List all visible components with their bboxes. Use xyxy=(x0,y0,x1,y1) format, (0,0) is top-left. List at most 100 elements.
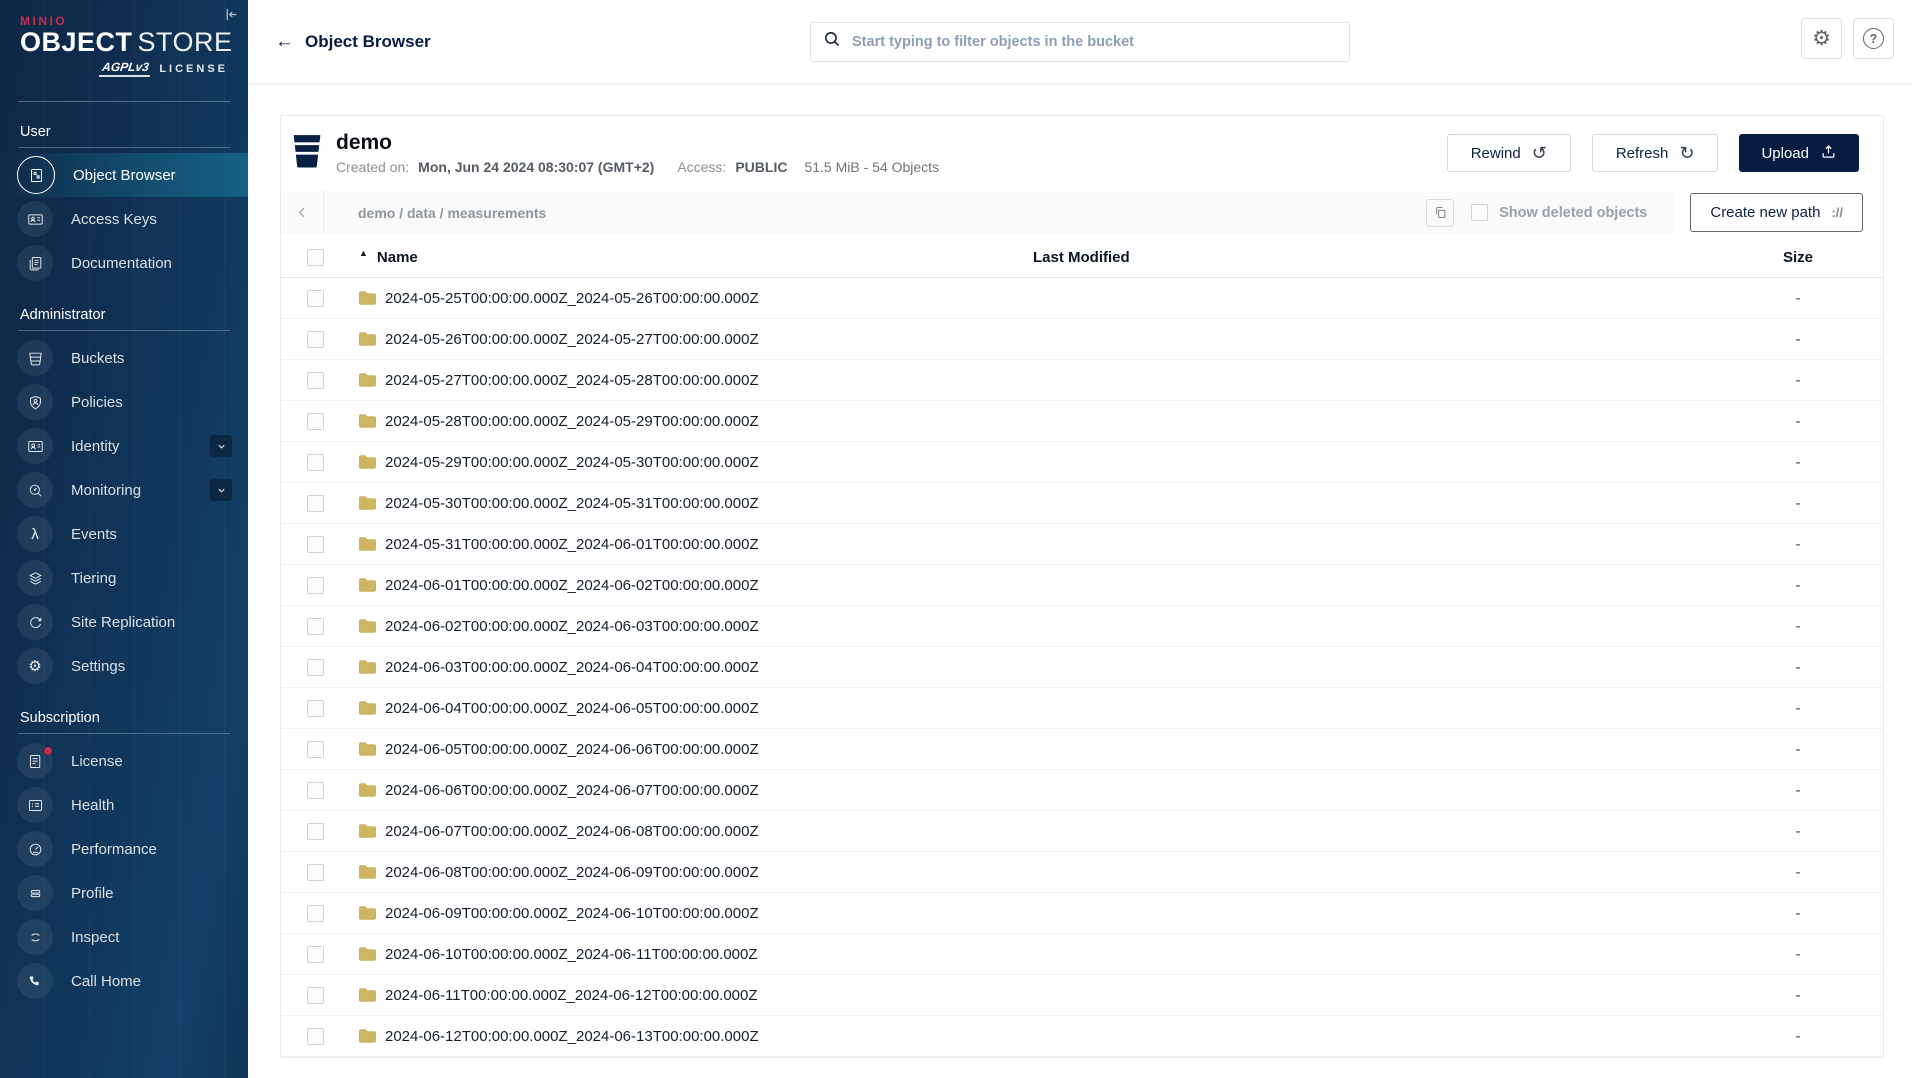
table-row[interactable]: 2024-05-25T00:00:00.000Z_2024-05-26T00:0… xyxy=(281,278,1883,320)
sidebar-item-monitoring[interactable]: Monitoring xyxy=(0,468,248,512)
object-name[interactable]: 2024-06-02T00:00:00.000Z_2024-06-03T00:0… xyxy=(385,618,759,635)
row-checkbox[interactable] xyxy=(307,699,324,717)
show-deleted-checkbox[interactable] xyxy=(1471,204,1489,222)
object-name-cell[interactable]: 2024-05-25T00:00:00.000Z_2024-05-26T00:0… xyxy=(351,290,1013,307)
row-checkbox[interactable] xyxy=(307,1027,324,1045)
object-name[interactable]: 2024-06-10T00:00:00.000Z_2024-06-11T00:0… xyxy=(385,946,758,963)
help-button[interactable]: ? xyxy=(1853,18,1894,59)
table-row[interactable]: 2024-06-01T00:00:00.000Z_2024-06-02T00:0… xyxy=(281,565,1883,607)
table-row[interactable]: 2024-05-26T00:00:00.000Z_2024-05-27T00:0… xyxy=(281,319,1883,361)
access-value[interactable]: PUBLIC xyxy=(735,159,787,175)
object-name[interactable]: 2024-06-01T00:00:00.000Z_2024-06-02T00:0… xyxy=(385,577,759,594)
object-name[interactable]: 2024-06-03T00:00:00.000Z_2024-06-04T00:0… xyxy=(385,659,759,676)
object-name[interactable]: 2024-05-26T00:00:00.000Z_2024-05-27T00:0… xyxy=(385,331,759,348)
name-column-header[interactable]: ▲ Name xyxy=(351,248,1013,266)
table-row[interactable]: 2024-06-07T00:00:00.000Z_2024-06-08T00:0… xyxy=(281,811,1883,853)
upload-button[interactable]: Upload xyxy=(1739,134,1859,173)
object-name-cell[interactable]: 2024-05-30T00:00:00.000Z_2024-05-31T00:0… xyxy=(351,495,1013,512)
sidebar-item-tiering[interactable]: Tiering xyxy=(0,556,248,600)
object-name-cell[interactable]: 2024-06-12T00:00:00.000Z_2024-06-13T00:0… xyxy=(351,1028,1013,1045)
sidebar-item-events[interactable]: λ Events xyxy=(0,512,248,556)
create-new-path-button[interactable]: Create new path :// xyxy=(1690,193,1863,233)
object-name[interactable]: 2024-06-11T00:00:00.000Z_2024-06-12T00:0… xyxy=(385,987,758,1004)
object-name-cell[interactable]: 2024-06-05T00:00:00.000Z_2024-06-06T00:0… xyxy=(351,741,1013,758)
collapse-sidebar-icon[interactable] xyxy=(223,6,240,28)
object-name-cell[interactable]: 2024-06-08T00:00:00.000Z_2024-06-09T00:0… xyxy=(351,864,1013,881)
row-checkbox[interactable] xyxy=(307,535,324,553)
row-checkbox[interactable] xyxy=(307,658,324,676)
object-name-cell[interactable]: 2024-05-27T00:00:00.000Z_2024-05-28T00:0… xyxy=(351,372,1013,389)
table-row[interactable]: 2024-06-05T00:00:00.000Z_2024-06-06T00:0… xyxy=(281,729,1883,771)
table-row[interactable]: 2024-06-06T00:00:00.000Z_2024-06-07T00:0… xyxy=(281,770,1883,812)
sidebar-item-settings[interactable]: ⚙ Settings xyxy=(0,644,248,688)
object-name-cell[interactable]: 2024-05-26T00:00:00.000Z_2024-05-27T00:0… xyxy=(351,331,1013,348)
object-name-cell[interactable]: 2024-05-28T00:00:00.000Z_2024-05-29T00:0… xyxy=(351,413,1013,430)
sort-ascending-icon[interactable]: ▲ xyxy=(359,248,368,258)
row-checkbox[interactable] xyxy=(307,740,324,758)
sidebar-item-profile[interactable]: Profile xyxy=(0,871,248,915)
table-row[interactable]: 2024-06-09T00:00:00.000Z_2024-06-10T00:0… xyxy=(281,893,1883,935)
object-name-cell[interactable]: 2024-06-02T00:00:00.000Z_2024-06-03T00:0… xyxy=(351,618,1013,635)
sidebar-item-identity[interactable]: Identity xyxy=(0,424,248,468)
row-checkbox[interactable] xyxy=(307,412,324,430)
table-row[interactable]: 2024-05-29T00:00:00.000Z_2024-05-30T00:0… xyxy=(281,442,1883,484)
row-checkbox[interactable] xyxy=(307,945,324,963)
sidebar-item-access-keys[interactable]: Access Keys xyxy=(0,197,248,241)
object-name[interactable]: 2024-06-04T00:00:00.000Z_2024-06-05T00:0… xyxy=(385,700,759,717)
object-name-cell[interactable]: 2024-06-07T00:00:00.000Z_2024-06-08T00:0… xyxy=(351,823,1013,840)
row-checkbox[interactable] xyxy=(307,494,324,512)
show-deleted-objects-toggle[interactable]: Show deleted objects xyxy=(1471,204,1647,222)
sidebar-item-object-browser[interactable]: Object Browser xyxy=(0,153,248,198)
table-row[interactable]: 2024-06-02T00:00:00.000Z_2024-06-03T00:0… xyxy=(281,606,1883,648)
object-name-cell[interactable]: 2024-06-09T00:00:00.000Z_2024-06-10T00:0… xyxy=(351,905,1013,922)
table-row[interactable]: 2024-06-03T00:00:00.000Z_2024-06-04T00:0… xyxy=(281,647,1883,689)
row-checkbox[interactable] xyxy=(307,617,324,635)
page-back[interactable]: ← Object Browser xyxy=(275,32,431,52)
object-name[interactable]: 2024-06-06T00:00:00.000Z_2024-06-07T00:0… xyxy=(385,782,759,799)
row-checkbox[interactable] xyxy=(307,371,324,389)
object-name-cell[interactable]: 2024-06-06T00:00:00.000Z_2024-06-07T00:0… xyxy=(351,782,1013,799)
row-checkbox[interactable] xyxy=(307,781,324,799)
breadcrumb[interactable]: demo / data / measurements xyxy=(358,205,1426,221)
select-all-checkbox[interactable] xyxy=(307,248,324,266)
settings-button[interactable]: ⚙ xyxy=(1801,18,1842,59)
chevron-down-icon[interactable] xyxy=(210,435,232,458)
table-row[interactable]: 2024-05-28T00:00:00.000Z_2024-05-29T00:0… xyxy=(281,401,1883,443)
row-checkbox[interactable] xyxy=(307,863,324,881)
sidebar-item-inspect[interactable]: Inspect xyxy=(0,915,248,959)
sidebar-item-call-home[interactable]: Call Home xyxy=(0,959,248,1003)
object-name[interactable]: 2024-05-30T00:00:00.000Z_2024-05-31T00:0… xyxy=(385,495,759,512)
back-arrow-icon[interactable]: ← xyxy=(275,32,294,51)
object-name[interactable]: 2024-06-05T00:00:00.000Z_2024-06-06T00:0… xyxy=(385,741,759,758)
size-column-header[interactable]: Size xyxy=(1713,249,1883,266)
sidebar-item-documentation[interactable]: Documentation xyxy=(0,241,248,285)
table-row[interactable]: 2024-06-12T00:00:00.000Z_2024-06-13T00:0… xyxy=(281,1016,1883,1058)
object-name-cell[interactable]: 2024-05-31T00:00:00.000Z_2024-06-01T00:0… xyxy=(351,536,1013,553)
refresh-button[interactable]: Refresh ↻ xyxy=(1591,134,1719,173)
table-row[interactable]: 2024-06-04T00:00:00.000Z_2024-06-05T00:0… xyxy=(281,688,1883,730)
object-name-cell[interactable]: 2024-06-10T00:00:00.000Z_2024-06-11T00:0… xyxy=(351,946,1013,963)
table-row[interactable]: 2024-06-10T00:00:00.000Z_2024-06-11T00:0… xyxy=(281,934,1883,976)
table-row[interactable]: 2024-06-11T00:00:00.000Z_2024-06-12T00:0… xyxy=(281,975,1883,1017)
last-modified-column-header[interactable]: Last Modified xyxy=(1013,249,1713,266)
sidebar-item-buckets[interactable]: Buckets xyxy=(0,336,248,380)
table-row[interactable]: 2024-05-27T00:00:00.000Z_2024-05-28T00:0… xyxy=(281,360,1883,402)
rewind-button[interactable]: Rewind ↺ xyxy=(1446,134,1571,173)
search-input[interactable] xyxy=(852,34,1337,50)
object-name-cell[interactable]: 2024-06-11T00:00:00.000Z_2024-06-12T00:0… xyxy=(351,987,1013,1004)
object-name[interactable]: 2024-06-09T00:00:00.000Z_2024-06-10T00:0… xyxy=(385,905,759,922)
row-checkbox[interactable] xyxy=(307,330,324,348)
table-row[interactable]: 2024-05-30T00:00:00.000Z_2024-05-31T00:0… xyxy=(281,483,1883,525)
copy-path-button[interactable] xyxy=(1426,198,1455,227)
object-name-cell[interactable]: 2024-06-03T00:00:00.000Z_2024-06-04T00:0… xyxy=(351,659,1013,676)
object-name[interactable]: 2024-06-12T00:00:00.000Z_2024-06-13T00:0… xyxy=(385,1028,759,1045)
row-checkbox[interactable] xyxy=(307,904,324,922)
row-checkbox[interactable] xyxy=(307,453,324,471)
sidebar-item-license[interactable]: License xyxy=(0,739,248,783)
row-checkbox[interactable] xyxy=(307,576,324,594)
object-name-cell[interactable]: 2024-05-29T00:00:00.000Z_2024-05-30T00:0… xyxy=(351,454,1013,471)
breadcrumb-back-chevron[interactable] xyxy=(281,191,324,235)
row-checkbox[interactable] xyxy=(307,289,324,307)
sidebar-item-site-replication[interactable]: Site Replication xyxy=(0,600,248,644)
object-filter-searchbox[interactable] xyxy=(810,22,1350,62)
